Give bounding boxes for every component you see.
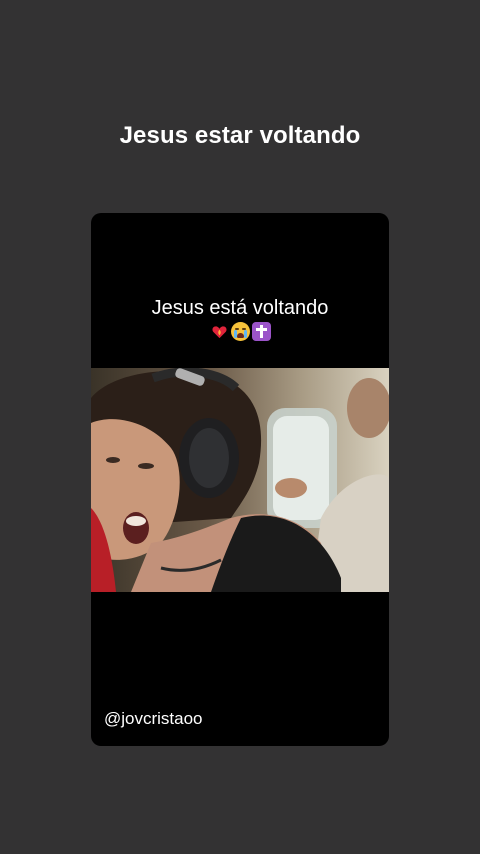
heart-on-fire-icon xyxy=(210,322,229,341)
video-frame[interactable] xyxy=(91,368,389,592)
creator-handle[interactable]: @jovcristaoo xyxy=(104,709,203,729)
story-card[interactable]: Jesus está voltando @jovcristaoo xyxy=(91,213,389,746)
caption-text: Jesus está voltando xyxy=(151,297,329,319)
caption-block: Jesus está voltando xyxy=(91,297,389,341)
story-title: Jesus estar voltando xyxy=(119,122,361,149)
latin-cross-icon xyxy=(251,322,271,341)
story-viewer: Jesus estar voltando Jesus está voltando xyxy=(0,0,480,854)
loudly-crying-face-icon xyxy=(230,322,250,341)
video-scene-image xyxy=(91,368,389,592)
emoji-row xyxy=(91,322,389,341)
